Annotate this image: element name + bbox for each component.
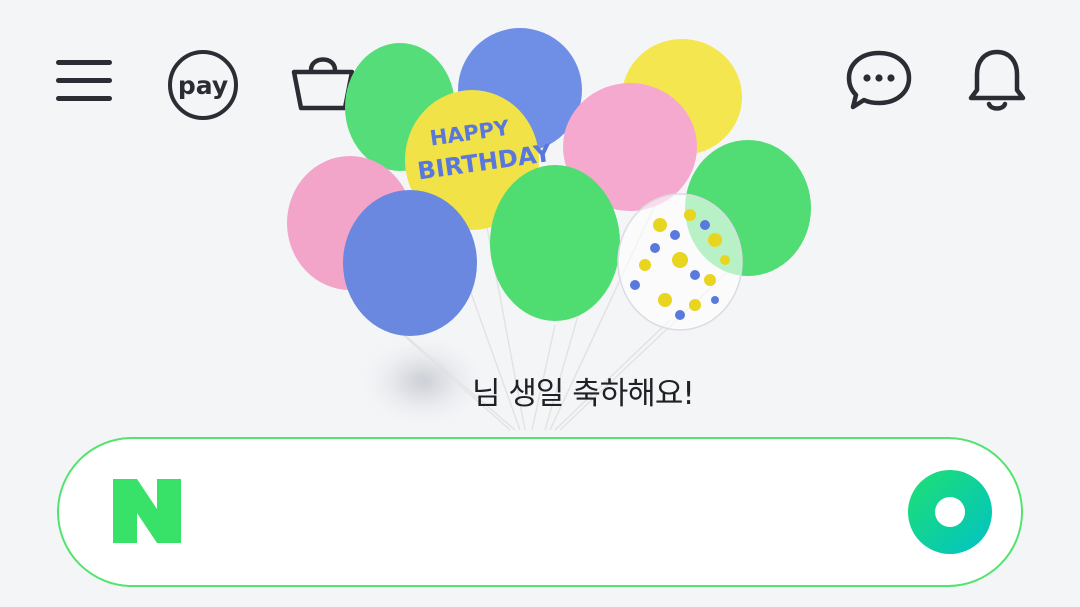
menu-icon[interactable]: [50, 48, 118, 112]
birthday-greeting: 님 생일 축하해요!: [360, 338, 720, 422]
blurred-user-name: [368, 342, 478, 420]
search-bar[interactable]: [57, 437, 1023, 587]
green-dot-icon[interactable]: [907, 469, 993, 555]
pay-icon: pay: [168, 50, 238, 120]
search-input[interactable]: [209, 479, 893, 547]
greeting-text: 님 생일 축하해요!: [472, 376, 695, 412]
pay-label: pay: [177, 70, 229, 100]
pay-button[interactable]: pay: [162, 44, 244, 126]
bell-icon[interactable]: [962, 44, 1032, 118]
chat-icon[interactable]: [842, 44, 916, 116]
naver-logo-icon[interactable]: [111, 477, 183, 545]
